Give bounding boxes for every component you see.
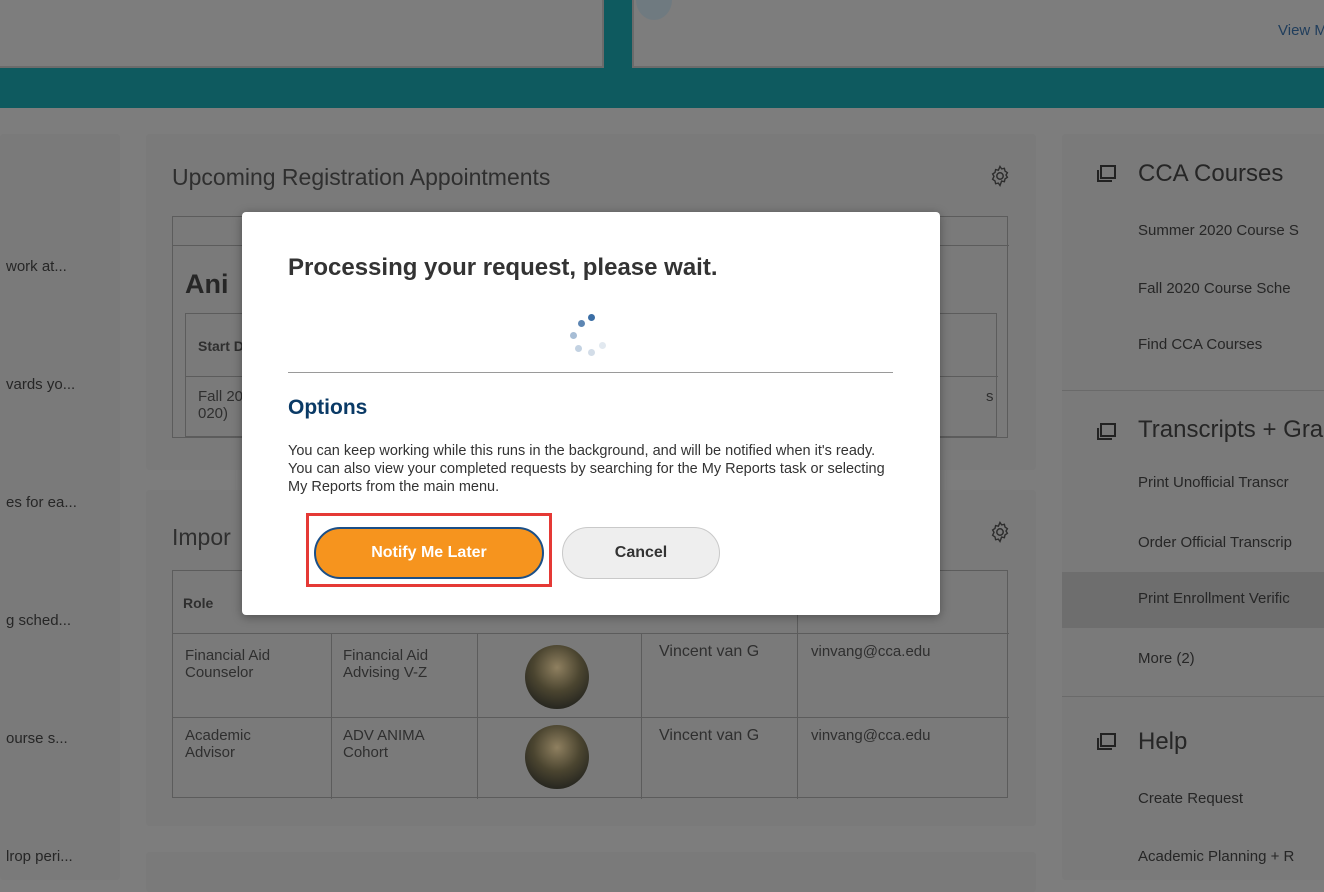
- right-item-print-unofficial[interactable]: Print Unofficial Transcr: [1138, 474, 1324, 491]
- gear-icon[interactable]: [988, 520, 1012, 544]
- table-row-email[interactable]: vinvang@cca.edu: [811, 727, 930, 744]
- options-description: You can keep working while this runs in …: [288, 443, 885, 495]
- right-item-find-cca-courses[interactable]: Find CCA Courses: [1138, 336, 1324, 353]
- notify-me-later-button[interactable]: Notify Me Later: [314, 527, 544, 579]
- window-icon: [1094, 420, 1118, 444]
- right-item-order-official[interactable]: Order Official Transcrip: [1138, 534, 1324, 551]
- loading-spinner-icon: [564, 312, 612, 362]
- registration-row-term: Fall 20 020): [198, 388, 244, 422]
- col-role: Role: [183, 595, 214, 611]
- left-item-1[interactable]: work at...: [6, 258, 67, 275]
- avatar: [525, 725, 589, 789]
- right-item-print-enrollment[interactable]: Print Enrollment Verific: [1138, 590, 1324, 607]
- bottom-card: [146, 852, 1036, 892]
- left-item-3[interactable]: es for ea...: [6, 494, 77, 511]
- table-row-role: Academic Advisor: [185, 727, 251, 761]
- right-item-academic-planning[interactable]: Academic Planning + R: [1138, 848, 1324, 865]
- modal-title: Processing your request, please wait.: [288, 254, 718, 281]
- registration-big-label: Ani: [185, 269, 229, 299]
- processing-modal: Processing your request, please wait. Op…: [242, 212, 940, 615]
- section-title-cca-courses: CCA Courses: [1138, 160, 1284, 187]
- left-item-5[interactable]: ourse s...: [6, 730, 68, 747]
- cancel-button[interactable]: Cancel: [562, 527, 720, 579]
- right-item-summer-2020[interactable]: Summer 2020 Course S: [1138, 222, 1324, 239]
- table-row-role: Financial Aid Counselor: [185, 647, 271, 681]
- right-item-more[interactable]: More (2): [1138, 650, 1324, 667]
- left-item-2[interactable]: vards yo...: [6, 376, 75, 393]
- table-row-name[interactable]: Vincent van G: [659, 727, 759, 744]
- right-panel: CCA Courses Summer 2020 Course S Fall 20…: [1062, 134, 1324, 880]
- col-start-date: Start D: [198, 338, 244, 354]
- avatar: [525, 645, 589, 709]
- registration-row-edge: s: [986, 388, 994, 405]
- registration-card-title: Upcoming Registration Appointments: [172, 164, 551, 190]
- view-more-link[interactable]: View M: [1278, 22, 1324, 39]
- gear-icon[interactable]: [988, 164, 1012, 188]
- table-row-email[interactable]: vinvang@cca.edu: [811, 643, 930, 660]
- teal-banner: [0, 68, 1324, 108]
- window-icon: [1094, 730, 1118, 754]
- teal-divider: [604, 0, 632, 70]
- important-card-title: Impor: [172, 524, 231, 550]
- top-card-left: [0, 0, 604, 68]
- right-item-create-request[interactable]: Create Request: [1138, 790, 1324, 807]
- options-heading: Options: [288, 396, 368, 419]
- left-panel: work at... vards yo... es for ea... g sc…: [0, 134, 120, 880]
- left-item-4[interactable]: g sched...: [6, 612, 71, 629]
- table-row-group: ADV ANIMA Cohort: [343, 727, 425, 761]
- window-icon: [1094, 162, 1118, 186]
- left-item-6[interactable]: lrop peri...: [6, 848, 73, 865]
- right-item-fall-2020[interactable]: Fall 2020 Course Sche: [1138, 280, 1324, 297]
- section-title-help: Help: [1138, 728, 1188, 755]
- modal-divider: [288, 372, 893, 373]
- table-row-group: Financial Aid Advising V-Z: [343, 647, 429, 681]
- top-card-right: View M: [632, 0, 1324, 68]
- section-title-transcripts: Transcripts + Gra: [1138, 416, 1324, 443]
- table-row-name[interactable]: Vincent van G: [659, 643, 759, 660]
